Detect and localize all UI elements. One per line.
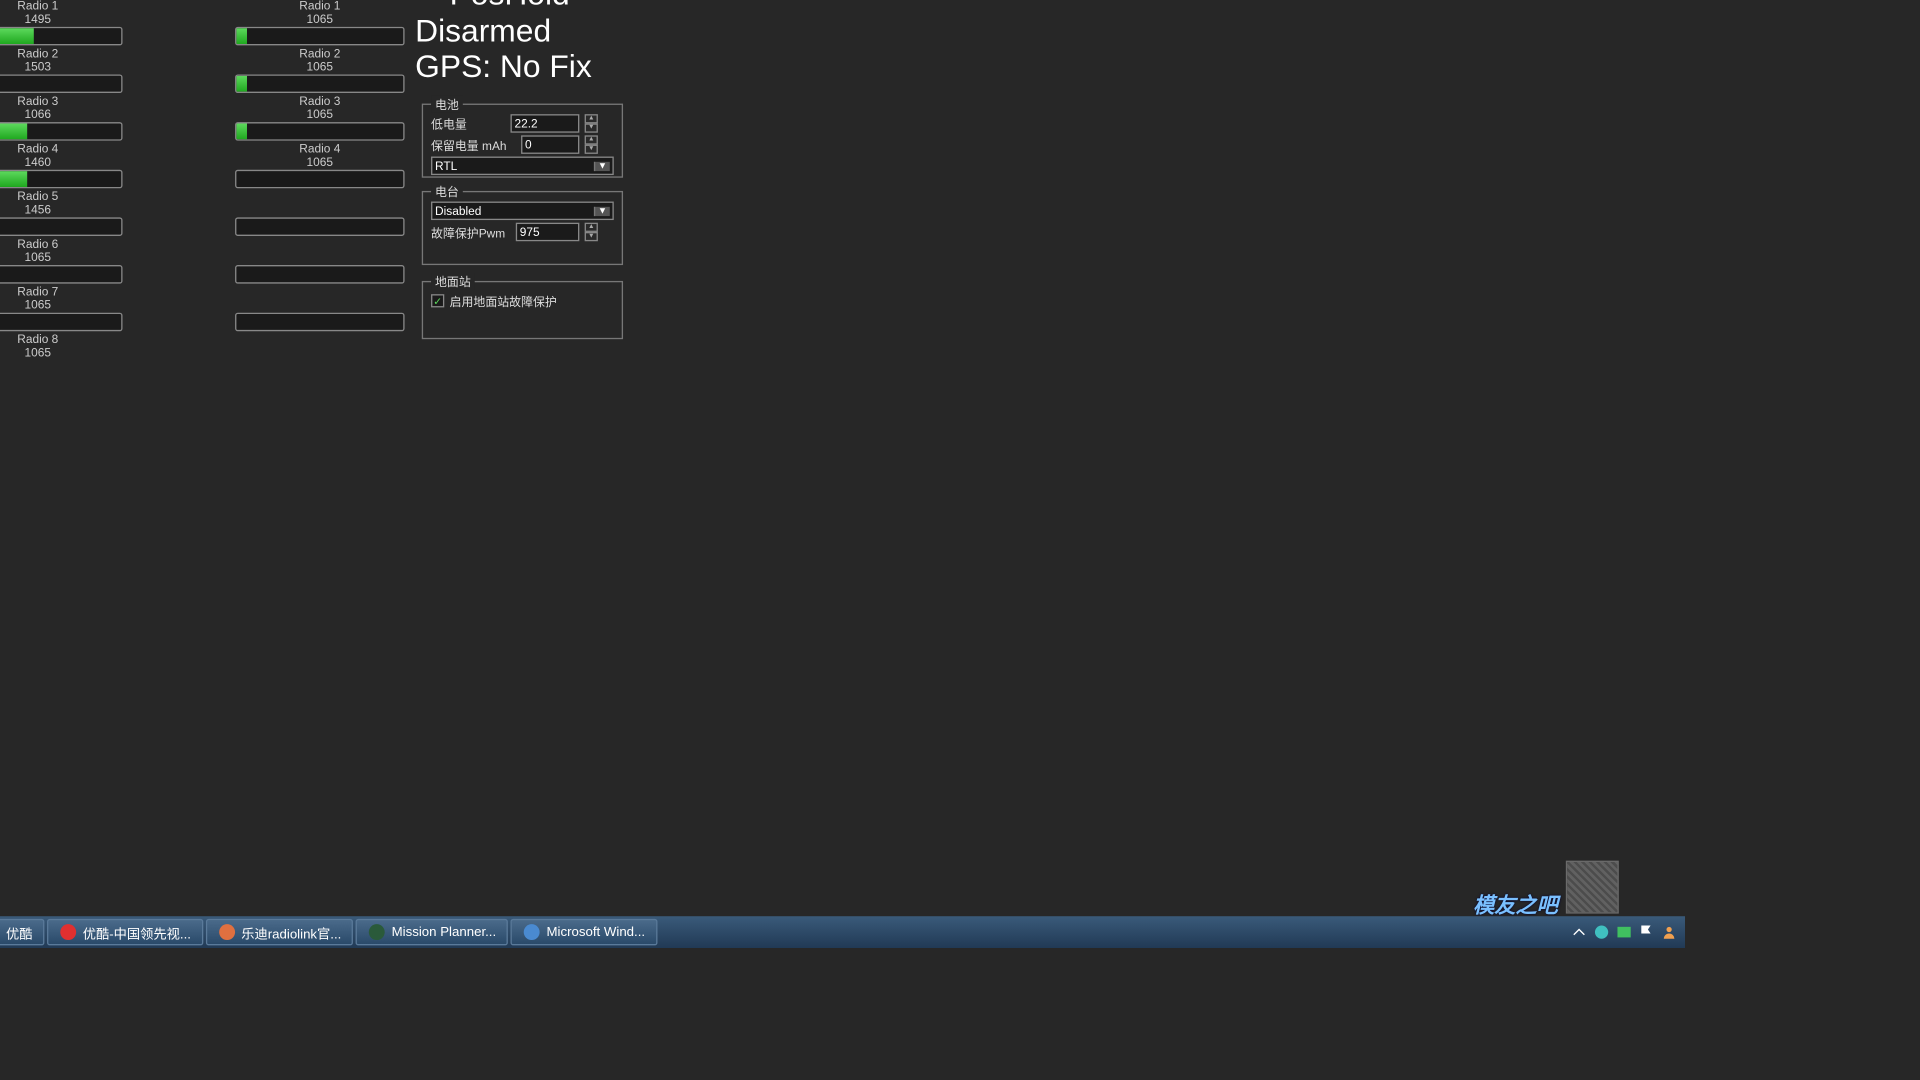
radio-in-bar-7: Radio 71065 (0, 265, 123, 284)
fs-pwm-input[interactable]: 975 (516, 223, 580, 242)
system-tray[interactable] (1571, 924, 1685, 940)
watermark-logo: 模友之吧 (1473, 887, 1558, 919)
radio-in-bar-8: Radio 81065 (0, 313, 123, 332)
battery-failsafe-group: 电池 低电量 22.2 ▲▼ 保留电量 mAh 0 ▲▼ RTL▼ (422, 104, 623, 178)
gcs-enable-checkbox[interactable]: ✓ (431, 294, 444, 307)
radio-legend: 电台 (431, 183, 463, 200)
taskbar-app-3[interactable]: Mission Planner... (356, 919, 508, 945)
taskbar-app-1[interactable]: 优酷-中国领先视... (47, 919, 203, 945)
servo-out-bar-6 (235, 217, 404, 236)
gps-state: GPS: No Fix (415, 50, 592, 87)
gcs-legend: 地面站 (431, 273, 475, 290)
gcs-checkbox-label: 启用地面站故障保护 (450, 292, 557, 309)
low-batt-spinner[interactable]: ▲▼ (585, 114, 598, 133)
radio-in-bar-3: Radio 31066 (0, 74, 123, 93)
content-panel: 遥控输入 舵机/电机输出 Radio 11495Radio 21503Radio… (0, 0, 1685, 916)
tray-action-icon[interactable] (1594, 924, 1610, 940)
taskbar-app-0[interactable]: 优酷 (0, 919, 44, 945)
fs-pwm-label: 故障保护Pwm (431, 223, 510, 240)
servo-out-bar-8 (235, 313, 404, 332)
reserve-mah-spinner[interactable]: ▲▼ (585, 135, 598, 154)
servo-out-bar-3: Radio 31065 (235, 74, 404, 93)
servo-out-bar-5 (235, 170, 404, 189)
radio-in-bar-4: Radio 41460 (0, 122, 123, 141)
tray-flag-icon[interactable] (1639, 924, 1655, 940)
servo-out-bar-2: Radio 21065 (235, 27, 404, 46)
reserve-mah-input[interactable]: 0 (521, 135, 579, 154)
tray-people-icon[interactable] (1661, 924, 1677, 940)
reserve-mah-label: 保留电量 mAh (431, 136, 516, 153)
taskbar-app-4[interactable]: Microsoft Wind... (511, 919, 657, 945)
radio-in-bar-2: Radio 21503 (0, 27, 123, 46)
radio-failsafe-group: 电台 Disabled▼ 故障保护Pwm 975 ▲▼ (422, 191, 623, 265)
servo-out-bar-4: Radio 41065 (235, 122, 404, 141)
flight-mode: PosHold (415, 0, 592, 13)
taskbar[interactable]: e 优酷优酷-中国领先视...乐迪radiolink官...Mission Pl… (0, 916, 1685, 948)
battery-legend: 电池 (431, 96, 463, 113)
gcs-failsafe-group: 地面站 ✓ 启用地面站故障保护 (422, 281, 623, 339)
radio-in-bar-5: Radio 51456 (0, 170, 123, 189)
radio-mode-select[interactable]: Disabled▼ (431, 202, 614, 221)
watermark-qr (1566, 861, 1619, 914)
tray-up-icon[interactable] (1571, 924, 1587, 940)
battery-action-select[interactable]: RTL▼ (431, 157, 614, 176)
tray-im-icon[interactable] (1616, 924, 1632, 940)
fs-pwm-spinner[interactable]: ▲▼ (585, 223, 598, 242)
radio-in-bar-6: Radio 61065 (0, 217, 123, 236)
arm-state: Disarmed (415, 13, 592, 50)
flight-status: PosHold Disarmed GPS: No Fix (415, 0, 592, 86)
low-batt-input[interactable]: 22.2 (510, 114, 579, 133)
taskbar-app-2[interactable]: 乐迪radiolink官... (206, 919, 354, 945)
servo-out-bar-7 (235, 265, 404, 284)
low-batt-label: 低电量 (431, 115, 505, 132)
